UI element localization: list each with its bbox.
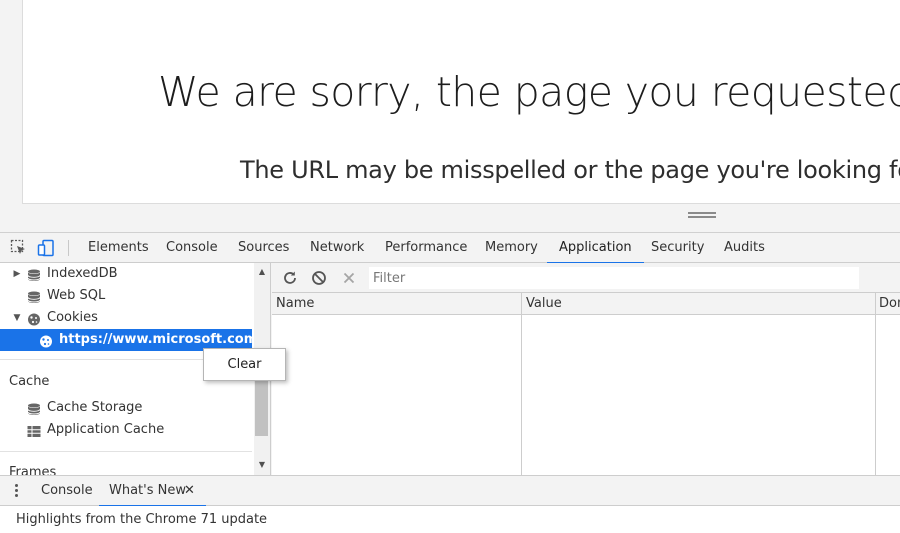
column-header-domain[interactable]: Domain [876,293,900,315]
more-options-icon[interactable] [12,483,22,499]
sidebar-item-label: Cookies [47,310,98,325]
sidebar-item-cache-storage[interactable]: Cache Storage [0,397,252,419]
tab-sources[interactable]: Sources [238,233,289,263]
whats-new-message: Highlights from the Chrome 71 update [16,512,268,527]
drawer-tab-whats-new[interactable]: What's New [99,476,206,507]
tab-application[interactable]: Application [547,233,644,264]
scroll-up-arrow-icon[interactable]: ▲ [254,265,270,279]
tab-security[interactable]: Security [651,233,704,263]
column-header-value[interactable]: Value [522,293,875,315]
filter-input[interactable] [369,267,859,289]
section-header-cache: Cache [9,374,50,389]
devtools-resize-handle[interactable] [688,212,716,218]
scroll-down-arrow-icon[interactable]: ▼ [254,458,270,472]
clear-all-icon[interactable] [310,269,328,287]
database-icon [27,290,41,303]
sidebar-item-label: IndexedDB [47,266,118,281]
context-menu: Clear [203,348,286,381]
tab-performance[interactable]: Performance [385,233,467,263]
delete-selected-icon[interactable] [340,269,358,287]
section-header-frames: Frames [9,465,57,475]
sidebar-item-label: Application Cache [47,422,165,437]
expand-arrow-icon[interactable]: ▶ [12,263,22,285]
column-divider[interactable] [875,293,876,475]
tab-audits[interactable]: Audits [724,233,765,263]
tab-console[interactable]: Console [166,233,218,263]
error-subtitle: The URL may be misspelled or the page yo… [240,156,900,184]
cookie-icon [39,334,53,348]
database-icon [27,268,41,281]
database-icon [27,402,41,415]
device-toolbar-icon[interactable] [37,239,55,257]
sidebar-item-web-sql[interactable]: Web SQL [0,285,252,307]
collapse-arrow-icon[interactable]: ▼ [12,307,22,329]
cookie-toolbar [272,263,900,293]
sidebar-item-cookies[interactable]: ▼ Cookies [0,307,252,329]
toolbar-divider [68,240,69,256]
sidebar-item-indexeddb[interactable]: ▶ IndexedDB [0,263,252,285]
grid-icon [27,424,41,437]
sidebar-item-label: Cache Storage [47,400,143,415]
column-divider[interactable] [521,293,522,475]
close-tab-icon[interactable]: ✕ [184,476,195,506]
cookie-icon [27,312,41,326]
tab-elements[interactable]: Elements [88,233,149,263]
refresh-icon[interactable] [281,269,299,287]
tab-memory[interactable]: Memory [485,233,538,263]
error-title: We are sorry, the page you requested can… [158,68,900,116]
devtools-tab-bar: Elements Console Sources Network Perform… [0,232,900,264]
tab-network[interactable]: Network [310,233,364,263]
drawer-tab-bar: Console What's New ✕ [0,475,900,507]
cookie-table: Name Value Domain [272,293,900,475]
table-header: Name Value Domain [272,293,900,315]
inspect-element-icon[interactable] [10,239,28,257]
sidebar-item-application-cache[interactable]: Application Cache [0,419,252,441]
context-menu-clear[interactable]: Clear [204,349,285,380]
sidebar-scroll-thumb[interactable] [255,381,268,436]
page-viewport: We are sorry, the page you requested can… [0,0,900,231]
column-header-name[interactable]: Name [272,293,521,315]
sidebar-item-label: Web SQL [47,288,106,303]
drawer-content: Highlights from the Chrome 71 update [0,506,900,533]
section-divider [0,451,252,452]
drawer-tab-console[interactable]: Console [41,476,93,506]
